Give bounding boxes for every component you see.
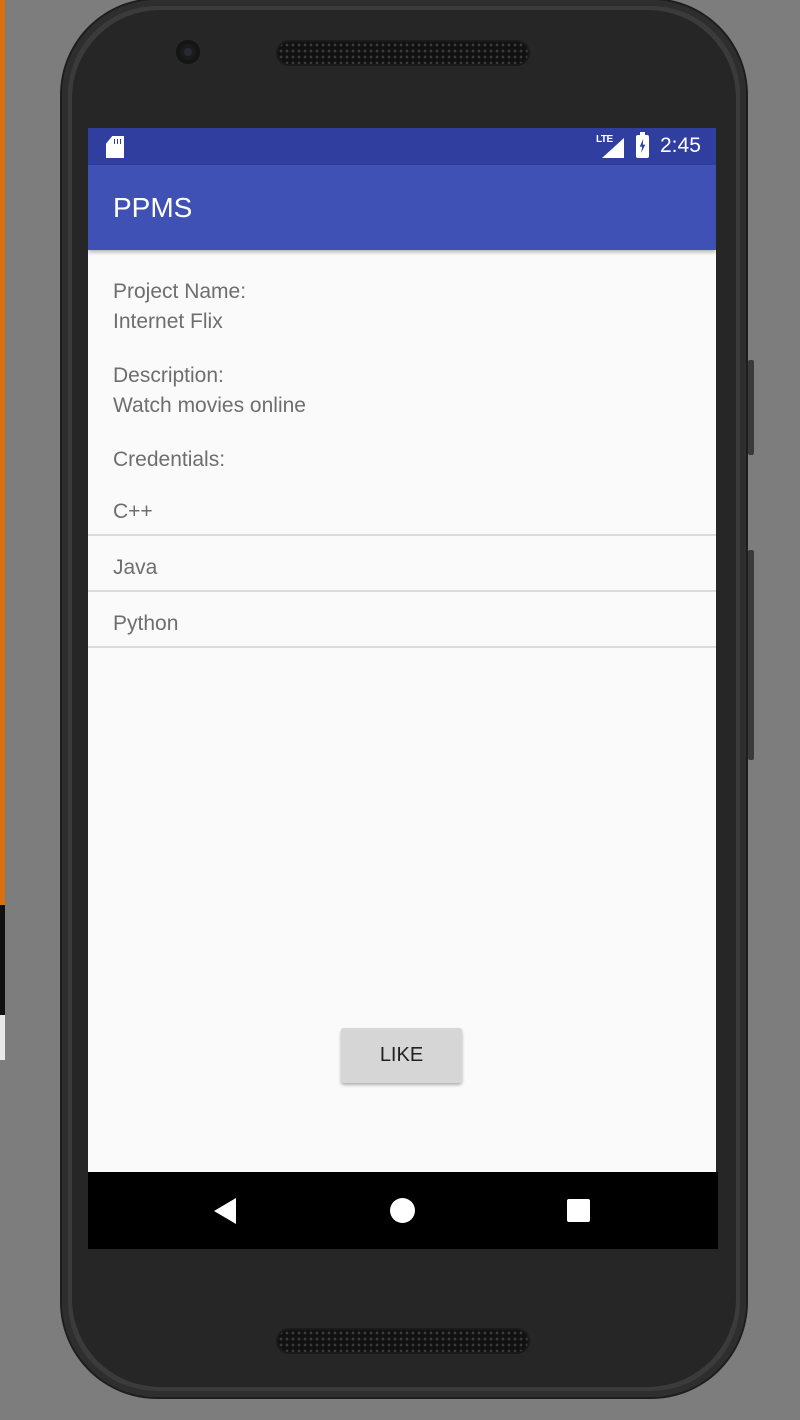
recents-icon[interactable]	[567, 1199, 590, 1222]
credentials-label: Credentials:	[113, 448, 226, 471]
navigation-bar	[88, 1172, 718, 1249]
app-bar: PPMS	[88, 165, 716, 250]
credential-label: C++	[113, 500, 153, 523]
background-left-strip-light	[0, 1015, 5, 1060]
bottom-speaker	[278, 1330, 528, 1352]
description-value: Watch movies online	[113, 394, 306, 417]
sd-card-icon	[106, 136, 124, 158]
screen: LTE 2:45 PPMS Project Name: Internet Fli…	[88, 128, 716, 1248]
background-left-strip-dark	[0, 905, 5, 1015]
battery-charging-icon	[636, 132, 649, 158]
like-button[interactable]: LIKE	[341, 1028, 462, 1083]
credential-label: Java	[113, 556, 158, 579]
app-title: PPMS	[113, 192, 193, 223]
project-name-value: Internet Flix	[113, 310, 223, 333]
back-icon[interactable]	[214, 1198, 236, 1224]
power-button	[748, 550, 754, 760]
status-time: 2:45	[660, 134, 701, 157]
front-camera	[176, 40, 200, 64]
description-label: Description:	[113, 364, 224, 387]
home-icon[interactable]	[390, 1198, 415, 1223]
volume-button	[748, 360, 754, 455]
credential-item-cpp[interactable]: C++	[88, 480, 716, 536]
earpiece-speaker	[278, 42, 528, 64]
status-bar: LTE 2:45	[88, 128, 716, 165]
background-left-strip	[0, 0, 5, 905]
network-label: LTE	[596, 134, 613, 145]
credential-item-java[interactable]: Java	[88, 536, 716, 592]
project-name-label: Project Name:	[113, 280, 247, 303]
credential-label: Python	[113, 612, 179, 635]
credential-item-python[interactable]: Python	[88, 592, 716, 648]
